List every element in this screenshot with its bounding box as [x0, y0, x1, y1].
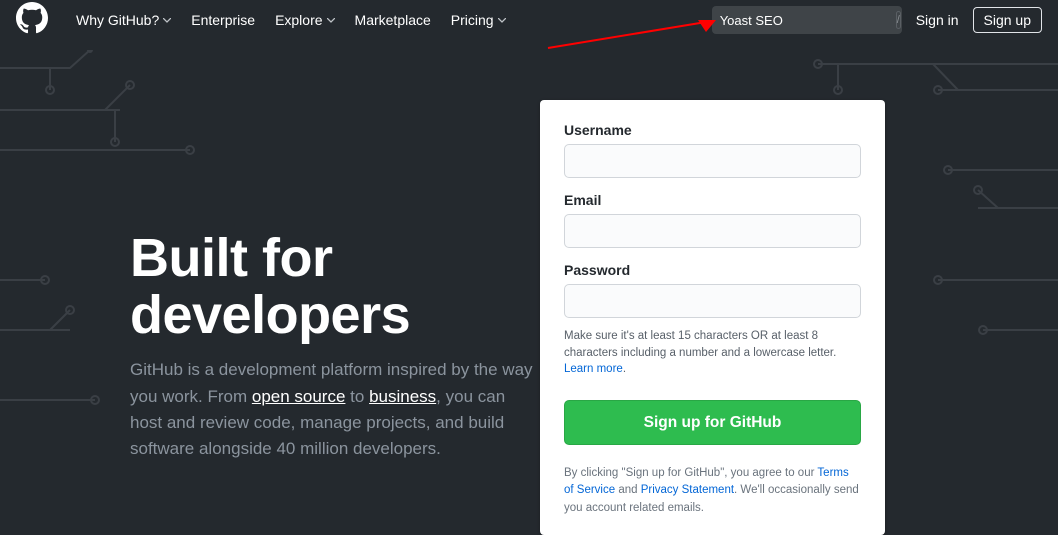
- username-field[interactable]: [564, 144, 861, 178]
- nav-label: Marketplace: [355, 12, 431, 28]
- search-wrap: /: [712, 6, 902, 34]
- password-label: Password: [564, 262, 861, 278]
- nav-explore[interactable]: Explore: [265, 12, 344, 28]
- search-input[interactable]: [720, 13, 896, 28]
- password-hint: Make sure it's at least 15 characters OR…: [564, 328, 861, 378]
- nav-enterprise[interactable]: Enterprise: [181, 12, 265, 28]
- github-logo-icon[interactable]: [16, 2, 48, 39]
- chevron-down-icon: [498, 18, 506, 23]
- legal-text: By clicking "Sign up for GitHub", you ag…: [564, 465, 861, 517]
- nav-label: Why GitHub?: [76, 12, 159, 28]
- nav-label: Explore: [275, 12, 322, 28]
- signup-card: Username Email Password Make sure it's a…: [540, 100, 885, 535]
- signup-button[interactable]: Sign up: [973, 7, 1042, 33]
- chevron-down-icon: [163, 18, 171, 23]
- chevron-down-icon: [327, 18, 335, 23]
- password-field[interactable]: [564, 284, 861, 318]
- hero-title: Built for developers: [130, 230, 540, 343]
- slash-shortcut-badge: /: [896, 11, 901, 29]
- nav-why-github[interactable]: Why GitHub?: [66, 12, 181, 28]
- learn-more-link[interactable]: Learn more: [564, 363, 623, 375]
- nav-marketplace[interactable]: Marketplace: [345, 12, 441, 28]
- hero-title-line1: Built for: [130, 228, 332, 288]
- hero-title-line2: developers: [130, 285, 410, 345]
- header: Why GitHub? Enterprise Explore Marketpla…: [0, 0, 1058, 40]
- email-field[interactable]: [564, 214, 861, 248]
- hero: Built for developers GitHub is a develop…: [130, 100, 540, 535]
- nav-label: Enterprise: [191, 12, 255, 28]
- username-label: Username: [564, 122, 861, 138]
- hero-blurb: GitHub is a development platform inspire…: [130, 357, 540, 462]
- open-source-link[interactable]: open source: [252, 387, 346, 406]
- privacy-link[interactable]: Privacy Statement: [641, 484, 734, 496]
- main-nav: Why GitHub? Enterprise Explore Marketpla…: [66, 12, 516, 28]
- business-link[interactable]: business: [369, 387, 436, 406]
- nav-pricing[interactable]: Pricing: [441, 12, 516, 28]
- email-label: Email: [564, 192, 861, 208]
- nav-label: Pricing: [451, 12, 494, 28]
- signin-link[interactable]: Sign in: [916, 12, 959, 28]
- signup-submit-button[interactable]: Sign up for GitHub: [564, 400, 861, 445]
